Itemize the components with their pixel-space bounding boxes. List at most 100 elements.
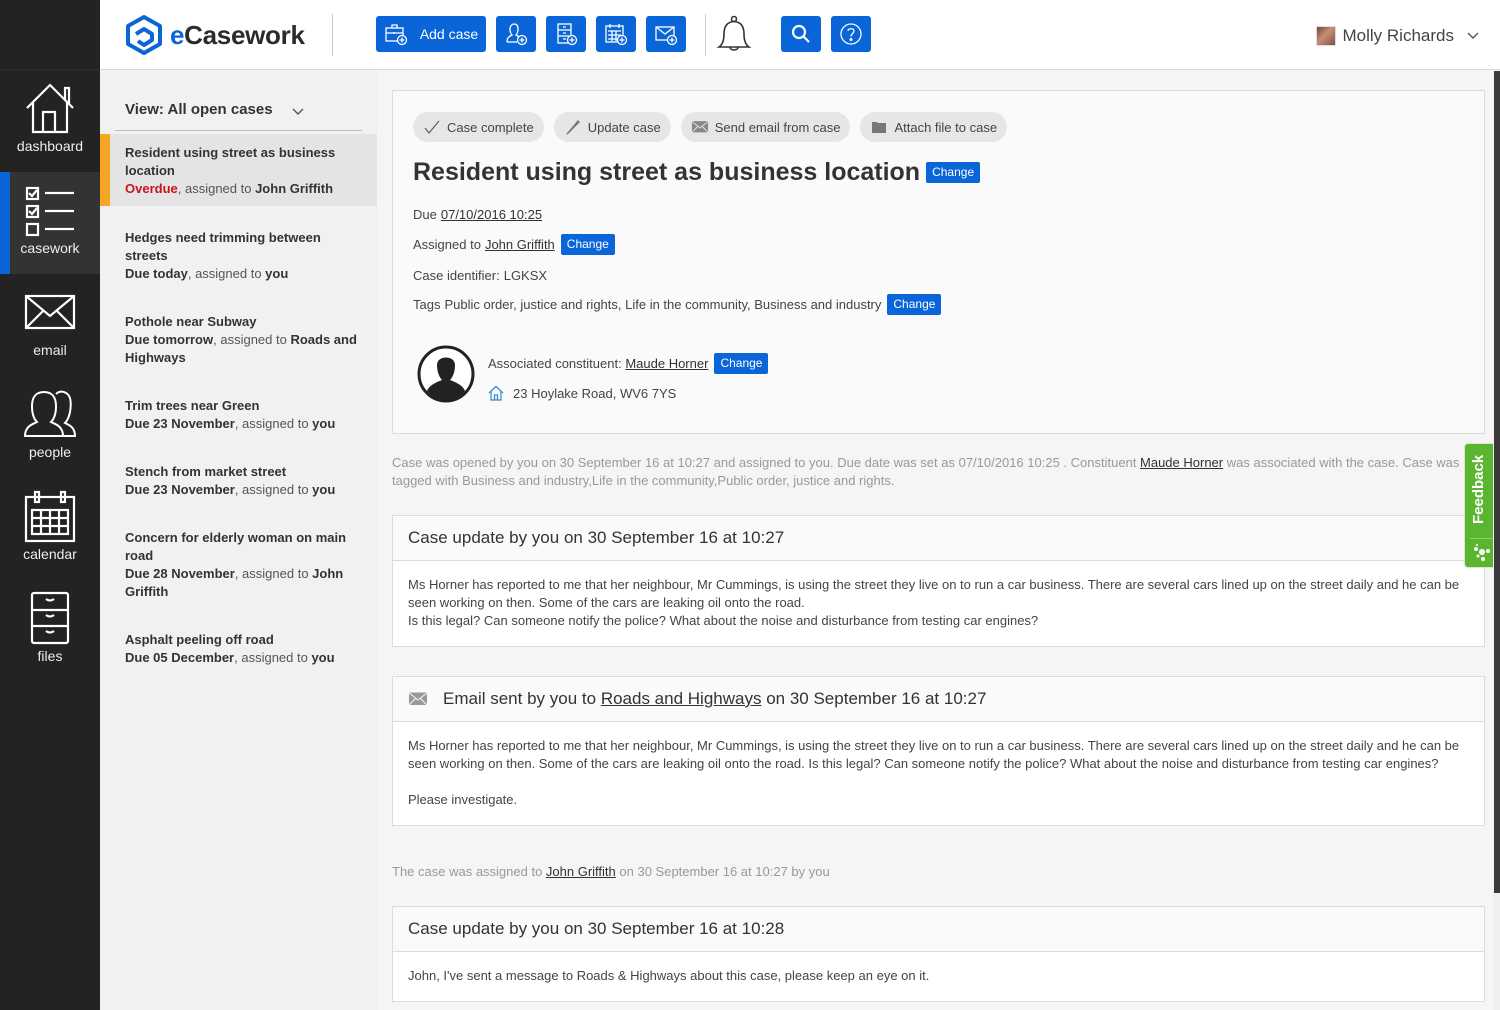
notifications-button[interactable] bbox=[714, 14, 754, 54]
view-filter-dropdown[interactable]: View: All open cases bbox=[115, 91, 362, 131]
constituent-line: Associated constituent: Maude Horner Cha… bbox=[488, 353, 769, 374]
nav-calendar-label: calendar bbox=[23, 546, 77, 562]
case-due-status: Due today bbox=[125, 266, 188, 281]
add-file-button[interactable] bbox=[546, 16, 586, 52]
case-title: Concern for elderly woman on main road bbox=[125, 530, 347, 563]
home-address-icon bbox=[488, 385, 504, 401]
case-identifier-value: LGKSX bbox=[503, 268, 548, 283]
entry-body: Ms Horner has reported to me that her ne… bbox=[393, 561, 1484, 646]
case-due-status: Overdue bbox=[125, 181, 178, 196]
case-assignee: you bbox=[312, 482, 336, 497]
compose-email-button[interactable] bbox=[646, 16, 686, 52]
case-list-item[interactable]: Concern for elderly woman on main road D… bbox=[100, 529, 377, 601]
assignee-link[interactable]: John Griffith bbox=[546, 864, 616, 879]
nav-calendar[interactable]: calendar bbox=[0, 478, 100, 580]
case-opened-note: Case was opened by you on 30 September 1… bbox=[392, 455, 1460, 488]
case-list-item[interactable]: Stench from market street Due 23 Novembe… bbox=[100, 463, 377, 499]
nav-casework-label: casework bbox=[20, 240, 80, 256]
checkmark-icon bbox=[424, 120, 440, 135]
case-actions: Case complete Update case Send email fro… bbox=[413, 112, 1017, 142]
change-constituent-button[interactable]: Change bbox=[714, 353, 769, 374]
case-meta: Due today, assigned to you bbox=[125, 266, 289, 281]
view-filter-label: View: All open cases bbox=[125, 101, 273, 118]
app-logo[interactable]: eCasework bbox=[124, 14, 305, 56]
toolbar-divider bbox=[705, 14, 706, 56]
change-assignee-button[interactable]: Change bbox=[560, 234, 615, 255]
search-button[interactable] bbox=[781, 16, 821, 52]
attach-file-button[interactable]: Attach file to case bbox=[860, 112, 1008, 142]
house-icon bbox=[26, 83, 74, 134]
case-list-item[interactable]: Trim trees near Green Due 23 November, a… bbox=[100, 397, 377, 433]
nav-people[interactable]: people bbox=[0, 376, 100, 478]
case-detail-panel: Case complete Update case Send email fro… bbox=[377, 71, 1493, 1010]
case-list-item[interactable]: Resident using street as business locati… bbox=[100, 134, 377, 206]
change-title-button[interactable]: Change bbox=[926, 162, 981, 183]
case-meta: Overdue, assigned to John Griffith bbox=[125, 181, 334, 196]
constituent-avatar-icon bbox=[417, 345, 475, 403]
nav-dashboard-label: dashboard bbox=[16, 138, 84, 154]
case-title: Hedges need trimming between streets bbox=[125, 230, 321, 263]
case-identifier-field: Case identifier: LGKSX bbox=[413, 268, 548, 283]
add-case-button[interactable]: Add case bbox=[376, 16, 486, 52]
cabinet-add-icon bbox=[557, 23, 578, 46]
change-tags-button[interactable]: Change bbox=[887, 294, 942, 315]
case-assignee-field: Assigned to John Griffith Change bbox=[413, 234, 615, 255]
ecasework-logo-icon bbox=[126, 15, 162, 55]
case-due-field: Due 07/10/2016 10:25 bbox=[413, 207, 543, 222]
case-tags-field: Tags Public order, justice and rights, L… bbox=[413, 294, 942, 315]
scrollbar-thumb[interactable] bbox=[1494, 71, 1500, 893]
email-sent-entry: Email sent by you to Roads and Highways … bbox=[392, 676, 1485, 826]
case-meta: Due 23 November, assigned to you bbox=[125, 482, 336, 497]
user-menu[interactable]: Molly Richards bbox=[1315, 26, 1480, 46]
constituent-link[interactable]: Maude Horner bbox=[625, 356, 708, 371]
nav-dashboard[interactable]: dashboard bbox=[0, 70, 100, 172]
user-avatar bbox=[1315, 26, 1336, 46]
case-list-item[interactable]: Asphalt peeling off road Due 05 December… bbox=[100, 631, 377, 667]
feedback-divider bbox=[1470, 538, 1494, 539]
pencil-icon bbox=[565, 120, 580, 135]
case-due-status: Due 23 November bbox=[125, 482, 235, 497]
case-update-entry: Case update by you on 30 September 16 at… bbox=[392, 515, 1485, 647]
briefcase-add-icon bbox=[385, 24, 407, 46]
constituent-link[interactable]: Maude Horner bbox=[1140, 455, 1223, 470]
add-person-button[interactable] bbox=[496, 16, 536, 52]
nav-email[interactable]: email bbox=[0, 274, 100, 376]
main-scrollbar[interactable] bbox=[1493, 71, 1500, 1010]
nav-files-label: files bbox=[37, 648, 63, 664]
help-icon bbox=[840, 23, 862, 45]
case-title-heading: Resident using street as business locati… bbox=[413, 158, 981, 187]
filing-cabinet-icon bbox=[30, 591, 70, 645]
nav-casework[interactable]: casework bbox=[0, 172, 100, 274]
case-list-item[interactable]: Pothole near Subway Due tomorrow, assign… bbox=[100, 313, 377, 367]
toolbar-divider bbox=[332, 14, 333, 56]
recipient-link[interactable]: Roads and Highways bbox=[601, 689, 762, 709]
case-list-item[interactable]: Hedges need trimming between streets Due… bbox=[100, 229, 377, 283]
case-meta: Due 23 November, assigned to you bbox=[125, 416, 336, 431]
feedback-label: Feedback bbox=[1470, 454, 1487, 524]
calendar-icon bbox=[24, 490, 76, 543]
case-title: Stench from market street bbox=[125, 464, 287, 479]
person-add-icon bbox=[506, 23, 528, 46]
nav-files[interactable]: files bbox=[0, 580, 100, 682]
assignee-link[interactable]: John Griffith bbox=[485, 237, 555, 252]
help-button[interactable] bbox=[831, 16, 871, 52]
entry-body: John, I've sent a message to Roads & Hig… bbox=[393, 952, 1484, 1001]
rail-top bbox=[0, 0, 100, 70]
user-name: Molly Richards bbox=[1342, 26, 1454, 45]
case-due-status: Due 23 November bbox=[125, 416, 235, 431]
case-title: Resident using street as business locati… bbox=[125, 145, 336, 178]
entry-heading: Case update by you on 30 September 16 at… bbox=[393, 516, 1484, 561]
people-icon bbox=[23, 390, 77, 437]
add-calendar-event-button[interactable] bbox=[596, 16, 636, 52]
case-list-panel: View: All open cases Resident using stre… bbox=[100, 71, 377, 1010]
case-meta: Due 05 December, assigned to you bbox=[125, 650, 335, 665]
bell-icon bbox=[716, 15, 752, 51]
add-case-label: Add case bbox=[419, 26, 479, 42]
due-date-link[interactable]: 07/10/2016 10:25 bbox=[441, 207, 542, 222]
chevron-down-icon bbox=[1467, 32, 1479, 39]
update-case-button[interactable]: Update case bbox=[553, 112, 671, 142]
entry-body: Ms Horner has reported to me that her ne… bbox=[393, 722, 1484, 825]
send-email-from-case-button[interactable]: Send email from case bbox=[680, 112, 851, 142]
chevron-down-icon bbox=[292, 108, 304, 115]
case-complete-button[interactable]: Case complete bbox=[413, 112, 544, 142]
